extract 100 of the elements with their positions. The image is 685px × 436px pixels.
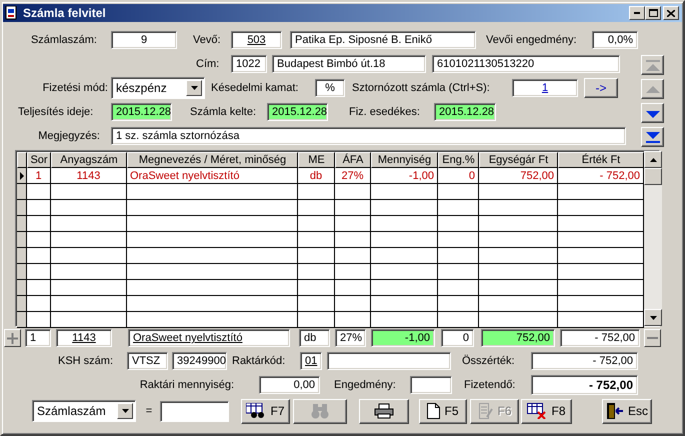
row-indicator[interactable]	[17, 312, 27, 328]
text-field[interactable]: Budapest Bimbó út.18	[272, 55, 426, 73]
column-header[interactable]: Egységár Ft	[479, 152, 558, 168]
text-field[interactable]: 2015.12.28	[267, 103, 328, 121]
dropdown[interactable]: Számlaszám	[32, 400, 136, 422]
column-header[interactable]: Sor	[27, 152, 51, 168]
close-button[interactable]	[663, 6, 679, 20]
remove-row-button[interactable]	[644, 329, 661, 347]
maximize-icon	[648, 9, 658, 17]
row-indicator[interactable]	[17, 248, 27, 264]
text-field[interactable]: 1 sz. számla sztornózása	[111, 127, 626, 145]
row-indicator[interactable]	[17, 232, 27, 248]
caret-icon	[190, 86, 198, 90]
app-icon	[5, 6, 19, 20]
text-field[interactable]: 0,0%	[592, 31, 638, 49]
toolbar-button[interactable]	[359, 398, 409, 424]
window-title: Számla felvitel	[23, 6, 107, 20]
add-row-button[interactable]	[4, 329, 21, 347]
text-field[interactable]: - 752,00	[560, 329, 640, 347]
close-icon	[667, 10, 675, 16]
text-field[interactable]: 01	[300, 352, 322, 370]
field-label: Raktárkód:	[232, 354, 286, 366]
row-indicator[interactable]	[17, 168, 27, 184]
row-indicator[interactable]	[17, 280, 27, 296]
scroll-down-icon	[650, 316, 656, 320]
scroll-thumb[interactable]	[644, 168, 662, 185]
page-icon	[427, 403, 440, 419]
text-field[interactable]: OraSweet nyelvtisztító	[128, 329, 290, 347]
text-field[interactable]: - 752,00	[531, 374, 638, 394]
toolbar-button[interactable]: Esc	[602, 398, 652, 424]
field-label: Számlaszám:	[30, 34, 97, 46]
text-field[interactable]: 0	[441, 329, 474, 347]
column-header[interactable]: Érték Ft	[558, 152, 644, 168]
go-button[interactable]: ->	[584, 78, 618, 98]
text-field[interactable]: -1,00	[371, 329, 435, 347]
row-indicator[interactable]	[17, 264, 27, 280]
table-cell: OraSweet nyelvtisztító	[127, 168, 298, 184]
text-field[interactable]: 1	[25, 329, 51, 347]
record-nav-button[interactable]	[641, 127, 664, 147]
text-field[interactable]: 1143	[56, 329, 112, 347]
row-indicator[interactable]	[17, 216, 27, 232]
column-header[interactable]: ME	[298, 152, 335, 168]
table-binoculars-icon	[246, 403, 266, 419]
printer-icon	[374, 403, 394, 419]
scroll-down-button[interactable]	[644, 309, 662, 326]
search-value-field[interactable]	[160, 400, 229, 422]
toolbar-button[interactable]: F8	[521, 398, 572, 424]
current-row-icon	[20, 172, 24, 180]
scrollbar[interactable]	[644, 151, 662, 326]
text-field[interactable]: db	[299, 329, 330, 347]
text-field[interactable]: 1	[512, 79, 578, 97]
row-indicator[interactable]	[17, 184, 27, 200]
text-field[interactable]	[327, 352, 451, 370]
text-field[interactable]: %	[315, 79, 345, 97]
scroll-up-button[interactable]	[644, 151, 662, 168]
table-cell: 1143	[51, 168, 127, 184]
toolbar-button[interactable]: F7	[241, 398, 290, 424]
text-field[interactable]: 503	[231, 31, 282, 49]
text-field[interactable]: 27%	[335, 329, 366, 347]
row-indicator[interactable]	[17, 296, 27, 312]
table-cell: 1	[27, 168, 51, 184]
page-lines-icon	[477, 403, 494, 419]
table-cell: 0	[438, 168, 479, 184]
column-header[interactable]: Anyagszám	[51, 152, 127, 168]
field-label: Fizetendő:	[464, 378, 516, 390]
minus-icon	[647, 337, 658, 339]
text-field[interactable]: 1022	[231, 55, 267, 73]
text-field[interactable]: 39249900	[172, 352, 227, 370]
table-cell: -1,00	[371, 168, 438, 184]
field-label: Késedelmi kamat:	[211, 82, 300, 94]
column-header[interactable]: Megnevezés / Méret, minőség	[127, 152, 298, 168]
table-delete-icon	[527, 403, 548, 419]
row-indicator[interactable]	[17, 200, 27, 216]
text-field[interactable]: Patika Ep. Siposné B. Enikő	[290, 31, 476, 49]
dropdown[interactable]: készpénz	[111, 77, 205, 99]
record-nav-button[interactable]	[641, 103, 664, 123]
text-field[interactable]: VTSZ	[127, 352, 168, 370]
text-field[interactable]	[410, 376, 452, 394]
maximize-button[interactable]	[645, 6, 661, 20]
field-label: Vevő:	[193, 34, 222, 46]
field-label: Fizetési mód:	[42, 82, 108, 94]
table-cell: 752,00	[479, 168, 558, 184]
text-field[interactable]: 0,00	[259, 376, 320, 394]
previous-record-icon	[646, 84, 660, 94]
column-header[interactable]: ÁFA	[335, 152, 371, 168]
field-label: Számla kelte:	[190, 106, 258, 118]
text-field[interactable]: 2015.12.28	[434, 103, 496, 121]
text-field[interactable]: 6101021130513220	[432, 55, 620, 73]
field-label: Raktári mennyiség:	[138, 378, 234, 390]
minimize-button[interactable]	[629, 6, 645, 20]
text-field[interactable]: 752,00	[481, 329, 555, 347]
toolbar-button[interactable]: F5	[419, 398, 467, 424]
caret-icon	[122, 409, 128, 413]
text-field[interactable]: 9	[111, 31, 177, 49]
text-field[interactable]: 2015.12.28	[111, 103, 172, 121]
column-header[interactable]: Mennyiség	[371, 152, 438, 168]
text-field[interactable]: - 752,00	[531, 352, 638, 370]
scroll-up-icon	[650, 158, 656, 162]
table-cell: 27%	[335, 168, 371, 184]
column-header[interactable]: Eng.%	[438, 152, 479, 168]
